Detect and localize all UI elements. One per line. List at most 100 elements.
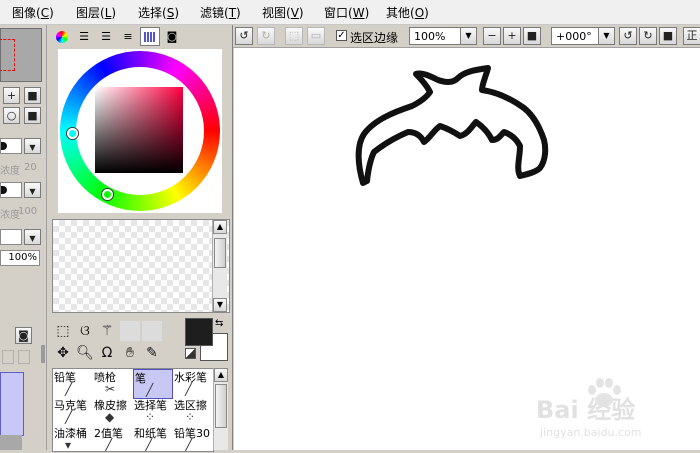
scroll-thumb[interactable] [214, 238, 226, 268]
scratchpad-icon: ◙ [166, 30, 178, 43]
brush-pencil-30[interactable]: 铅笔30 ╱ [173, 425, 213, 451]
menu-image[interactable]: 图像(C) [12, 4, 54, 21]
layer-copy-icon[interactable] [18, 350, 30, 364]
brush-scrollbar[interactable]: ▲ [213, 368, 228, 450]
brush-select-pen[interactable]: 选择笔 ⁘ [133, 397, 173, 427]
undo-button[interactable]: ↺ [235, 27, 253, 45]
zoom-in-toolbar-button[interactable]: + [503, 27, 521, 45]
brush-bucket[interactable]: 油漆桶 ▾ [53, 425, 93, 451]
rotate-reset-toolbar-button[interactable]: ■ [659, 27, 677, 45]
zoom-out-button[interactable]: − [483, 27, 501, 45]
check-icon: ✓ [337, 30, 346, 41]
swatch-bars-tab[interactable]: ≡ [118, 27, 138, 46]
menu-layer[interactable]: 图层(L) [76, 4, 116, 21]
swatch-grid-tab[interactable] [140, 27, 160, 46]
hand-icon[interactable]: ✋︎ [120, 343, 140, 363]
brush-label: 笔 [135, 372, 146, 385]
brush-watercolor[interactable]: 水彩笔 ╱ [173, 369, 213, 399]
menu-select[interactable]: 选择(S) [138, 4, 179, 21]
swap-colors-icon[interactable]: ⇆ [215, 318, 223, 329]
rotation-select[interactable]: +000° ▼ [551, 27, 615, 45]
zoom-reset-button[interactable]: ■ [24, 87, 41, 104]
zoom-in-button[interactable]: + [3, 87, 20, 104]
layer-mode-dropdown[interactable]: ▼ [24, 229, 41, 245]
brush-grid: 铅笔 ╱ 喷枪 ✂ 笔 ╱ 水彩笔 ╱ 马克笔 ╱ 橡皮擦 ◆ 选择笔 ⁘ 选区擦 ⁘ 油漆桶 ▾… [52, 368, 214, 452]
blend-mode-dropdown-2[interactable]: ▼ [24, 182, 41, 198]
panel-splitter[interactable] [41, 345, 45, 363]
zoom-icon[interactable]: 🔍︎ [75, 343, 95, 363]
scratchpad-tab[interactable]: ◙ [162, 27, 182, 46]
layer-opacity-field[interactable]: 100% [0, 250, 40, 266]
hue-marker[interactable] [67, 128, 78, 139]
rotate-icon[interactable]: Ω [97, 343, 117, 363]
brush-washi-pen[interactable]: 和纸笔 ╱ [133, 425, 173, 451]
swatch-bars-icon: ≡ [123, 30, 133, 43]
blend-mode-select-2[interactable] [0, 182, 22, 198]
rect-select-icon[interactable]: ⬚ [53, 321, 73, 341]
hsv-sliders-tab[interactable]: ☰ [96, 27, 116, 46]
redo-button[interactable]: ↻ [257, 27, 275, 45]
lasso-icon[interactable]: ଓ [75, 321, 95, 341]
zoom-reset-toolbar-button[interactable]: ■ [523, 27, 541, 45]
foreground-color-swatch[interactable] [185, 318, 213, 346]
pencil-icon: ╱ [65, 382, 73, 396]
move-icon[interactable]: ✥ [53, 343, 73, 363]
scratchpad-scrollbar[interactable]: ▲ ▼ [212, 220, 227, 312]
brush-scroll-thumb[interactable] [215, 384, 227, 428]
scratchpad-area[interactable] [52, 219, 230, 313]
invert-selection-button[interactable]: ▭ [307, 27, 325, 45]
navigator-view-rect[interactable] [0, 39, 15, 71]
rgb-sliders-tab[interactable]: ☰ [74, 27, 94, 46]
layer-lock-icon[interactable] [2, 350, 14, 364]
menu-window[interactable]: 窗口(W) [324, 4, 369, 21]
panel-divider[interactable] [232, 25, 233, 450]
blend-mode-dropdown-1[interactable]: ▼ [24, 138, 41, 154]
brush-binary-pen[interactable]: 2值笔 ╱ [93, 425, 133, 451]
scroll-up-button[interactable]: ▲ [213, 220, 227, 234]
hsv-sliders-icon: ☰ [101, 30, 111, 43]
zoom-select[interactable]: 100% ▼ [409, 27, 477, 45]
deselect-button[interactable]: ⬚ [285, 27, 303, 45]
eraser-icon: ◆ [105, 410, 115, 424]
navigator-preview[interactable] [0, 28, 42, 82]
rotate-reset-button[interactable]: ○ [3, 107, 20, 124]
brush-scroll-up-button[interactable]: ▲ [214, 368, 228, 382]
menu-view-label: 视图 [262, 6, 287, 20]
brush-marker[interactable]: 马克笔 ╱ [53, 397, 93, 427]
empty-tool-slot [142, 321, 162, 341]
brush-pencil[interactable]: 铅笔 ╱ [53, 369, 93, 399]
layer-item[interactable] [0, 435, 22, 450]
magic-wand-icon[interactable]: ⚚ [97, 321, 117, 341]
watermark-main-text: Bai 经验 [536, 396, 636, 424]
saturation-value-square[interactable] [95, 87, 183, 173]
color-wheel-tab[interactable] [52, 27, 72, 46]
density-label-1: 浓度 [0, 166, 20, 177]
menu-view[interactable]: 视图(V) [262, 4, 304, 21]
navigator-layer-panel: + ■ ○ ■ ▼ 浓度 20 ▼ 浓度 100 ▼ 100% ◙ [0, 25, 47, 450]
rotate-right-button[interactable]: ↻ [639, 27, 657, 45]
menu-filter-label: 滤镜 [200, 6, 225, 20]
menu-other[interactable]: 其他(O) [386, 4, 429, 21]
color-wheel-icon [56, 31, 68, 43]
view-reset-button[interactable]: ■ [24, 107, 41, 124]
eyedropper-icon[interactable]: ✎ [142, 343, 162, 363]
brush-eraser[interactable]: 橡皮擦 ◆ [93, 397, 133, 427]
selection-edge-checkbox[interactable]: ✓ [336, 30, 347, 41]
drawing-canvas[interactable]: Bai 经验 jingyan.baidu.com [234, 48, 700, 450]
rgb-sliders-icon: ☰ [79, 30, 89, 43]
blend-mode-select-1[interactable] [0, 138, 22, 154]
selection-edge-label: 选区边缘 [350, 31, 399, 45]
brush-select-eraser[interactable]: 选区擦 ⁘ [173, 397, 213, 427]
reset-colors-icon[interactable] [185, 348, 196, 359]
brush-airbrush[interactable]: 喷枪 ✂ [93, 369, 133, 399]
brush-pen[interactable]: 笔 ╱ [133, 369, 173, 399]
sv-marker[interactable] [102, 189, 113, 200]
layer-item-selected[interactable] [0, 372, 24, 436]
layer-mode-select[interactable] [0, 229, 22, 245]
mode-button[interactable]: 正 [683, 27, 700, 45]
rotate-left-button[interactable]: ↺ [619, 27, 637, 45]
layer-target-button[interactable]: ◙ [15, 327, 32, 344]
menu-filter[interactable]: 滤镜(T) [200, 4, 241, 21]
density-label-2: 浓度 [0, 210, 20, 221]
scroll-down-button[interactable]: ▼ [213, 298, 227, 312]
